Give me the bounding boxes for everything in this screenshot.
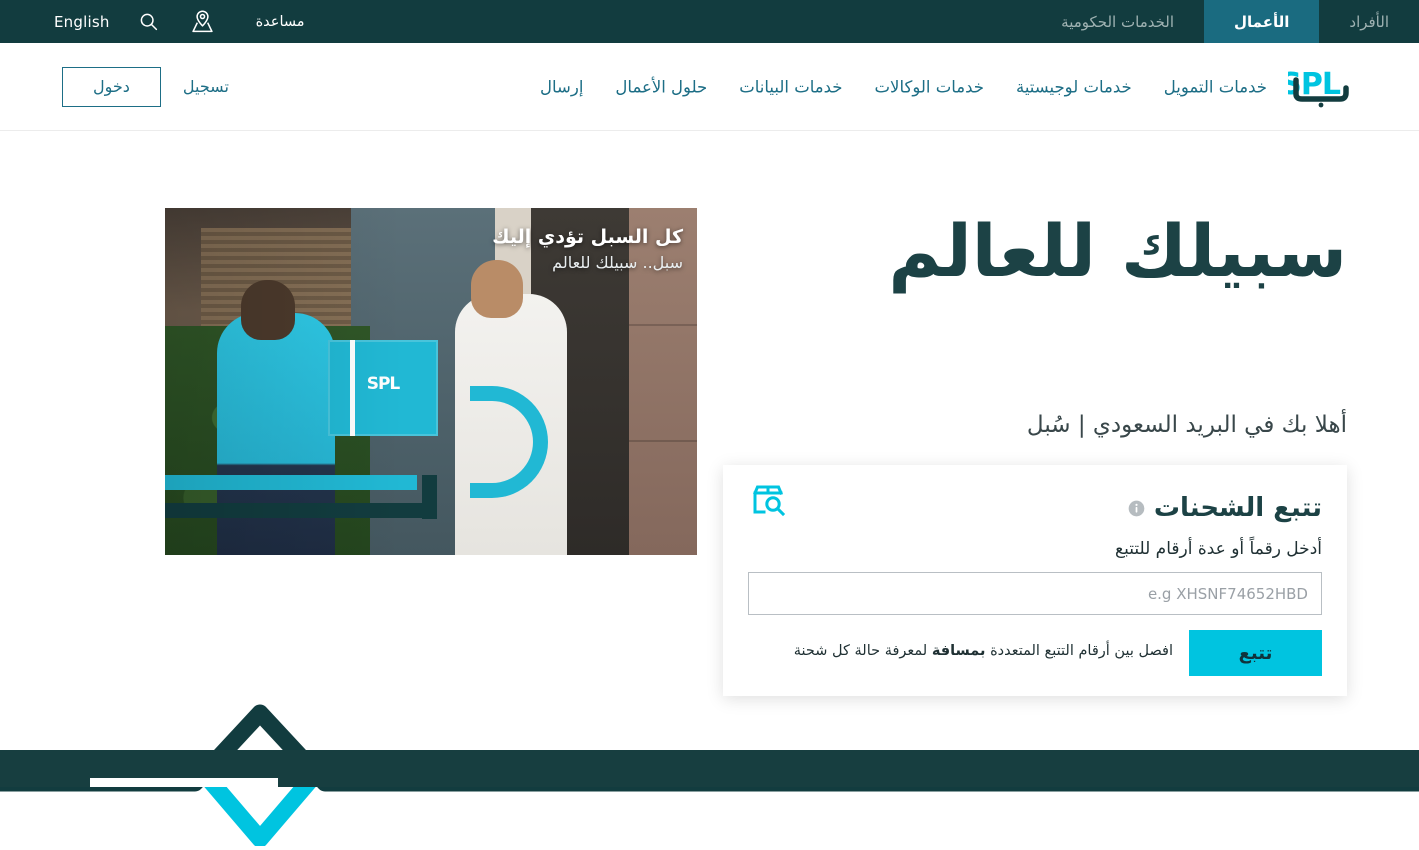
track-card-title: تتبع الشحنات	[1153, 493, 1322, 523]
tab-government-services[interactable]: الخدمات الحكومية	[1031, 0, 1204, 43]
map-pin-icon[interactable]	[188, 7, 218, 37]
tab-individuals[interactable]: الأفراد	[1319, 0, 1419, 43]
search-icon[interactable]	[134, 7, 164, 37]
footer-white-block	[90, 778, 278, 787]
nav-account-actions: دخول تسجيل	[62, 66, 229, 107]
tab-business[interactable]: الأعمال	[1204, 0, 1320, 43]
photo-caption-secondary: سبل.. سبيلك للعالم	[552, 252, 683, 272]
info-icon[interactable]	[1128, 500, 1145, 517]
nav-link-data-services[interactable]: خدمات البيانات	[737, 71, 844, 102]
nav-link-send[interactable]: إرسال	[538, 71, 585, 102]
hero-subtitle: أهلا بك في البريد السعودي | سُبل	[1026, 412, 1347, 438]
main-navigation: SPL خدمات التمويل خدمات لوجيستية خدمات ا…	[0, 43, 1419, 131]
page-title: سبيلك للعالم	[888, 209, 1348, 293]
track-button[interactable]: تتبع	[1189, 630, 1322, 676]
track-hint-prefix: افصل بين أرقام التتبع المتعددة	[985, 643, 1173, 659]
nav-link-financing-services[interactable]: خدمات التمويل	[1162, 71, 1269, 102]
photo-caption-primary: كل السبل تؤدي إليك	[492, 226, 683, 248]
track-hint-text: افصل بين أرقام التتبع المتعددة بمسافة لم…	[794, 643, 1173, 659]
hero-delivery-photo: SPL كل السبل تؤدي إليك سبل.. سبيلك للعال…	[165, 208, 697, 555]
photo-caption: كل السبل تؤدي إليك سبل.. سبيلك للعالم	[492, 226, 683, 273]
help-link[interactable]: مساعدة	[256, 14, 305, 30]
language-switch-link[interactable]: English	[54, 13, 110, 31]
register-button[interactable]: تسجيل	[183, 77, 229, 96]
track-shipments-card: تتبع الشحنات أدخل رقماً أو عدة أرقام للت…	[723, 465, 1347, 696]
package-search-icon	[749, 482, 787, 520]
track-hint-bold: بمسافة	[931, 643, 986, 659]
footer-strip	[0, 750, 1419, 787]
tracking-number-input[interactable]	[748, 572, 1322, 615]
nav-link-logistics-services[interactable]: خدمات لوجيستية	[1014, 71, 1134, 102]
login-button[interactable]: دخول	[62, 66, 161, 107]
nav-link-business-solutions[interactable]: حلول الأعمال	[613, 71, 709, 102]
spl-logo[interactable]: SPL	[1287, 63, 1385, 111]
spl-logo-mark: SPL	[1288, 67, 1349, 107]
nav-links: خدمات التمويل خدمات لوجيستية خدمات الوكا…	[538, 71, 1269, 102]
hero-section: سبيلك للعالم أهلا بك في البريد السعودي |…	[0, 131, 1419, 848]
track-card-header: تتبع الشحنات	[1128, 495, 1322, 521]
top-utility-bar: English مساعدة الخدمات الحكومية الأعمال …	[0, 0, 1419, 43]
topbar-left-group: English مساعدة	[0, 0, 305, 43]
audience-tabs: الخدمات الحكومية الأعمال الأفراد	[1031, 0, 1419, 43]
track-hint-suffix: لمعرفة حالة كل شحنة	[793, 643, 932, 659]
track-input-label: أدخل رقماً أو عدة أرقام للتتبع	[1115, 539, 1322, 559]
nav-link-agency-services[interactable]: خدمات الوكالات	[873, 71, 986, 102]
